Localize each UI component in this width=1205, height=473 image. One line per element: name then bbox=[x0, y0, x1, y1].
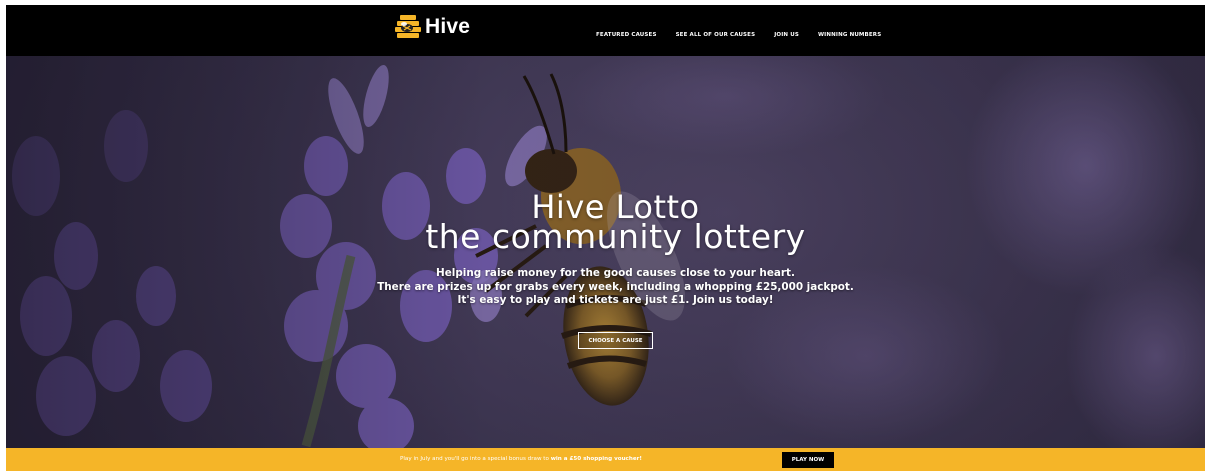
page-frame: Hive FEATURED CAUSES SEE ALL OF OUR CAUS… bbox=[6, 5, 1205, 471]
promo-text-highlight: win a £50 shopping voucher! bbox=[550, 456, 642, 462]
hero-description-line1: Helping raise money for the good causes … bbox=[436, 267, 795, 279]
hero-description: Helping raise money for the good causes … bbox=[16, 267, 1205, 308]
nav-join-us[interactable]: JOIN US bbox=[774, 32, 799, 38]
site-header: Hive FEATURED CAUSES SEE ALL OF OUR CAUS… bbox=[6, 5, 1205, 56]
nav-featured-causes[interactable]: FEATURED CAUSES bbox=[596, 32, 657, 38]
nav-winning-numbers[interactable]: WINNING NUMBERS bbox=[818, 32, 881, 38]
main-nav: FEATURED CAUSES SEE ALL OF OUR CAUSES JO… bbox=[596, 32, 881, 38]
promo-text-prefix: Play in July and you'll go into a specia… bbox=[400, 456, 551, 462]
promo-banner: Play in July and you'll go into a specia… bbox=[6, 448, 1205, 471]
hero-description-line3: It's easy to play and tickets are just £… bbox=[457, 294, 774, 306]
site-logo[interactable]: Hive bbox=[394, 14, 470, 40]
hero-section: Hive Lotto the community lottery Helping… bbox=[6, 56, 1205, 448]
logo-text: Hive bbox=[425, 15, 471, 38]
promo-text: Play in July and you'll go into a specia… bbox=[400, 456, 642, 462]
choose-a-cause-button[interactable]: CHOOSE A CAUSE bbox=[578, 332, 653, 349]
hero-title-line2: the community lottery bbox=[425, 217, 806, 256]
nav-see-all-causes[interactable]: SEE ALL OF OUR CAUSES bbox=[676, 32, 756, 38]
play-now-button[interactable]: PLAY NOW bbox=[782, 452, 834, 468]
hero-description-line2: There are prizes up for grabs every week… bbox=[377, 280, 854, 293]
bee-hive-logo-icon bbox=[395, 15, 421, 38]
